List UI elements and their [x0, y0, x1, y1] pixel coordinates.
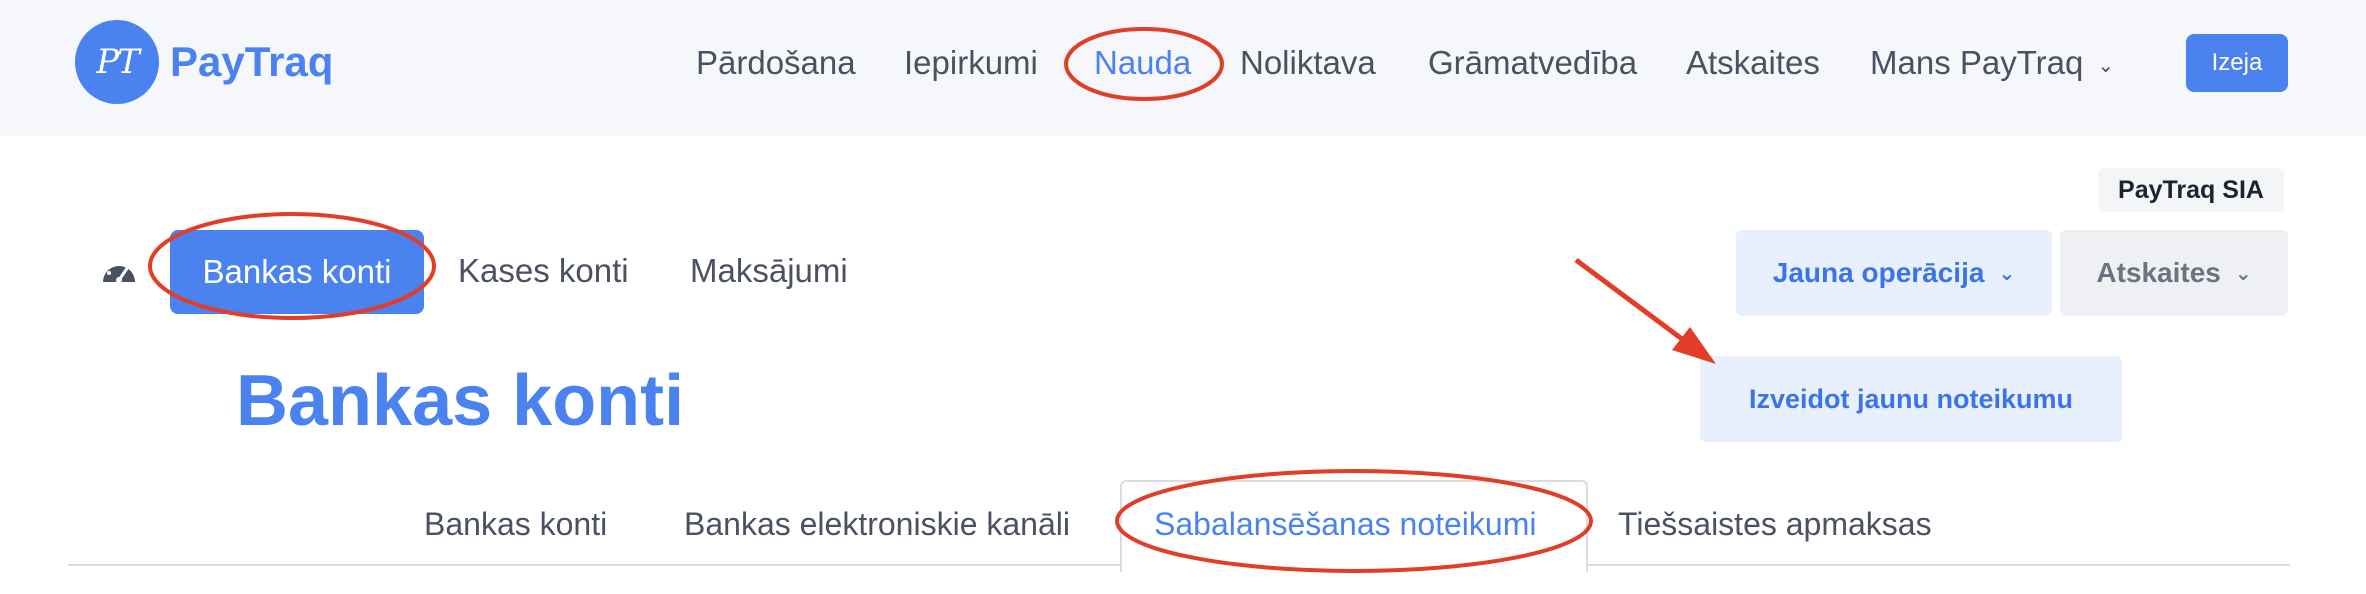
nav-item-iepirkumi[interactable]: Iepirkumi	[904, 44, 1038, 82]
nav-item-nauda[interactable]: Nauda	[1094, 44, 1191, 82]
arrow-line	[1574, 257, 1692, 348]
tab-sabalansesanas-noteikumi[interactable]: Sabalansēšanas noteikumi	[1154, 506, 1536, 543]
tab-bankas-konti[interactable]: Bankas konti	[424, 506, 607, 543]
chevron-down-icon: ⌄	[2234, 262, 2252, 285]
reports-dropdown-button[interactable]: Atskaites ⌄	[2060, 230, 2288, 316]
top-navigation-bar: PT PayTraq Pārdošana Iepirkumi Nauda Nol…	[0, 0, 2366, 136]
subnav-bankas-konti[interactable]: Bankas konti	[170, 230, 424, 314]
nav-item-mans-paytraq[interactable]: Mans PayTraq ⌄	[1870, 44, 2114, 82]
nav-item-pardosana[interactable]: Pārdošana	[696, 44, 856, 82]
tab-bankas-elektroniskie-kanali[interactable]: Bankas elektroniskie kanāli	[684, 506, 1070, 543]
chevron-down-icon: ⌄	[2097, 54, 2115, 77]
create-new-rule-button[interactable]: Izveidot jaunu noteikumu	[1700, 356, 2122, 442]
new-operation-button[interactable]: Jauna operācija ⌄	[1736, 230, 2052, 316]
nav-item-gramatvediba[interactable]: Grāmatvedība	[1428, 44, 1637, 82]
page-title: Bankas konti	[236, 361, 685, 441]
company-badge: PayTraq SIA	[2098, 168, 2284, 212]
paytraq-logo-icon[interactable]: PT	[75, 20, 159, 104]
subnav-maksajumi[interactable]: Maksājumi	[690, 252, 848, 290]
nav-item-mans-paytraq-label: Mans PayTraq	[1870, 44, 2084, 81]
dashboard-gauge-icon[interactable]	[100, 255, 138, 285]
nav-item-noliktava[interactable]: Noliktava	[1240, 44, 1376, 82]
new-operation-label: Jauna operācija	[1772, 257, 1985, 288]
exit-button[interactable]: Izeja	[2186, 34, 2288, 92]
reports-label: Atskaites	[2096, 257, 2221, 288]
brand-name[interactable]: PayTraq	[170, 38, 333, 86]
tab-tiessaistes-apmaksas[interactable]: Tiešsaistes apmaksas	[1618, 506, 1932, 543]
nav-item-atskaites[interactable]: Atskaites	[1686, 44, 1820, 82]
subnav-kases-konti[interactable]: Kases konti	[458, 252, 629, 290]
chevron-down-icon: ⌄	[1998, 262, 2016, 285]
